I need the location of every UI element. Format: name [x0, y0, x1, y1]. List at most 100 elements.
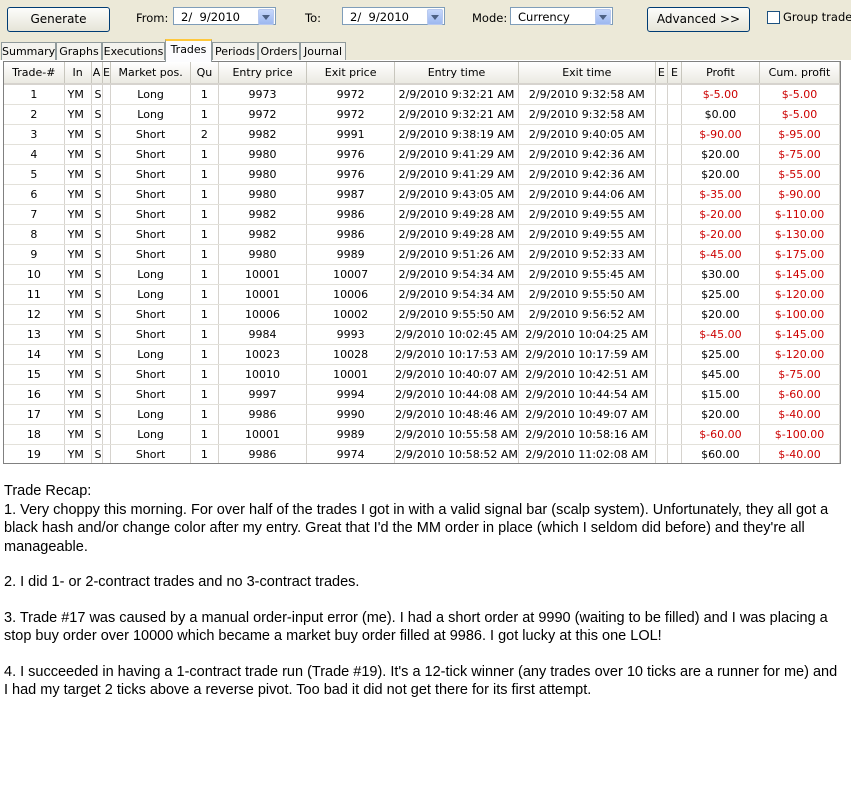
table-row[interactable]: 3 YM S Short 2 9982 9991 2/9/2010 9:38:19 AM 2/9…: [4, 124, 840, 145]
to-date-picker[interactable]: 2/ 9/2010: [342, 7, 445, 25]
table-row[interactable]: 12 YM S Short 1 10006 10002 2/9/2010 9:55:50 AM…: [4, 304, 840, 325]
table-cell: [655, 404, 668, 425]
table-cell: 9997: [218, 384, 308, 405]
table-cell: $-20.00: [681, 224, 760, 245]
from-date-picker[interactable]: 2/ 9/2010: [173, 7, 276, 25]
generate-button[interactable]: Generate: [7, 7, 110, 32]
table-cell: [655, 224, 668, 245]
table-cell: S: [91, 424, 103, 445]
tab-summary[interactable]: Summary: [1, 42, 56, 60]
column-header[interactable]: E: [102, 62, 112, 85]
table-cell: S: [91, 224, 103, 245]
column-header[interactable]: Entry time: [394, 62, 519, 85]
column-header[interactable]: A: [91, 62, 103, 85]
trade-recap-notes: Trade Recap: 1. Very choppy this morning…: [4, 482, 838, 717]
to-label: To:: [305, 11, 321, 25]
table-cell: 10028: [306, 344, 396, 365]
table-cell: Short: [110, 384, 191, 405]
table-row[interactable]: 1 YM S Long 1 9973 9972 2/9/2010 9:32:21 AM 2/9/…: [4, 84, 840, 105]
column-header[interactable]: In: [64, 62, 92, 85]
table-cell: [102, 84, 112, 105]
table-row[interactable]: 19 YM S Short 1 9986 9974 2/9/2010 10:58:52 AM 2…: [4, 444, 840, 463]
table-cell: 9: [4, 244, 65, 265]
table-row[interactable]: 9 YM S Short 1 9980 9989 2/9/2010 9:51:26 AM 2/9…: [4, 244, 840, 265]
table-row[interactable]: 8 YM S Short 1 9982 9986 2/9/2010 9:49:28 AM 2/9…: [4, 224, 840, 245]
column-header[interactable]: Exit price: [306, 62, 396, 85]
table-row[interactable]: 11 YM S Long 1 10001 10006 2/9/2010 9:54:34 AM 2…: [4, 284, 840, 305]
column-header[interactable]: Market pos.: [110, 62, 191, 85]
table-cell: $-40.00: [759, 444, 840, 463]
table-cell: 9976: [306, 144, 396, 165]
column-header[interactable]: Qu: [190, 62, 219, 85]
table-cell: 2/9/2010 10:02:45 AM: [394, 324, 519, 345]
table-cell: 2/9/2010 10:44:08 AM: [394, 384, 519, 405]
table-cell: 17: [4, 404, 65, 425]
table-row[interactable]: 2 YM S Long 1 9972 9972 2/9/2010 9:32:21 AM 2/9/…: [4, 104, 840, 125]
table-row[interactable]: 17 YM S Long 1 9986 9990 2/9/2010 10:48:46 AM 2/…: [4, 404, 840, 425]
table-row[interactable]: 4 YM S Short 1 9980 9976 2/9/2010 9:41:29 AM 2/9…: [4, 144, 840, 165]
mode-select[interactable]: Currency: [510, 7, 613, 25]
table-cell: 2/9/2010 9:56:52 AM: [518, 304, 656, 325]
table-cell: 2/9/2010 9:32:58 AM: [518, 104, 656, 125]
table-cell: [102, 104, 112, 125]
table-cell: 8: [4, 224, 65, 245]
mode-value: Currency: [518, 10, 570, 24]
group-trades-label: Group trades: [783, 10, 851, 24]
table-row[interactable]: 16 YM S Short 1 9997 9994 2/9/2010 10:44:08 AM 2…: [4, 384, 840, 405]
table-row[interactable]: 10 YM S Long 1 10001 10007 2/9/2010 9:54:34 AM 2…: [4, 264, 840, 285]
table-cell: 2/9/2010 9:54:34 AM: [394, 284, 519, 305]
column-header[interactable]: Cum. profit: [759, 62, 840, 85]
column-header[interactable]: Profit: [681, 62, 760, 85]
trades-grid[interactable]: Trade-# In A E Market pos. Qu Entry price Exit …: [3, 61, 841, 464]
table-row[interactable]: 5 YM S Short 1 9980 9976 2/9/2010 9:41:29 AM 2/9…: [4, 164, 840, 185]
table-cell: 10023: [218, 344, 308, 365]
advanced-button[interactable]: Advanced >>: [647, 7, 750, 32]
table-cell: Short: [110, 224, 191, 245]
table-cell: 1: [190, 404, 219, 425]
table-row[interactable]: 18 YM S Long 1 10001 9989 2/9/2010 10:55:58 AM 2…: [4, 424, 840, 445]
table-cell: Short: [110, 144, 191, 165]
tab-orders[interactable]: Orders: [258, 42, 300, 60]
table-cell: $20.00: [681, 144, 760, 165]
column-header[interactable]: Entry price: [218, 62, 308, 85]
table-row[interactable]: 15 YM S Short 1 10010 10001 2/9/2010 10:40:07 A…: [4, 364, 840, 385]
tab-trades[interactable]: Trades: [165, 39, 212, 62]
table-row[interactable]: 7 YM S Short 1 9982 9986 2/9/2010 9:49:28 AM 2/9…: [4, 204, 840, 225]
table-cell: [102, 244, 112, 265]
table-cell: 1: [190, 244, 219, 265]
chevron-down-icon[interactable]: [427, 9, 443, 25]
notes-heading: Trade Recap:: [4, 483, 92, 499]
table-cell: 2/9/2010 9:55:50 AM: [518, 284, 656, 305]
table-cell: [655, 424, 668, 445]
tab-graphs[interactable]: Graphs: [56, 42, 102, 60]
table-cell: 2/9/2010 10:48:46 AM: [394, 404, 519, 425]
table-cell: YM: [64, 384, 92, 405]
chevron-down-icon[interactable]: [595, 9, 611, 25]
table-cell: $-35.00: [681, 184, 760, 205]
table-cell: $-55.00: [759, 164, 840, 185]
tab-executions[interactable]: Executions: [102, 42, 165, 60]
table-row[interactable]: 14 YM S Long 1 10023 10028 2/9/2010 10:17:53 AM…: [4, 344, 840, 365]
tab-periods[interactable]: Periods: [212, 42, 258, 60]
mode-label: Mode:: [472, 11, 508, 25]
tab-journal[interactable]: Journal: [300, 42, 346, 60]
table-row[interactable]: 13 YM S Short 1 9984 9993 2/9/2010 10:02:45 AM 2…: [4, 324, 840, 345]
table-cell: 1: [190, 304, 219, 325]
table-cell: S: [91, 204, 103, 225]
table-cell: Long: [110, 284, 191, 305]
table-cell: YM: [64, 144, 92, 165]
group-trades-checkbox[interactable]: [767, 11, 780, 24]
column-header[interactable]: E: [655, 62, 668, 85]
table-cell: 2/9/2010 10:42:51 AM: [518, 364, 656, 385]
chevron-down-icon[interactable]: [258, 9, 274, 25]
table-cell: [102, 284, 112, 305]
column-header[interactable]: Trade-#: [4, 62, 65, 85]
table-cell: 14: [4, 344, 65, 365]
table-row[interactable]: 6 YM S Short 1 9980 9987 2/9/2010 9:43:05 AM 2/9…: [4, 184, 840, 205]
notes-paragraph: 3. Trade #17 was caused by a manual orde…: [4, 609, 828, 645]
table-cell: [655, 124, 668, 145]
column-header[interactable]: Exit time: [518, 62, 656, 85]
column-header[interactable]: E: [667, 62, 682, 85]
table-cell: Long: [110, 404, 191, 425]
table-cell: 2/9/2010 9:40:05 AM: [518, 124, 656, 145]
